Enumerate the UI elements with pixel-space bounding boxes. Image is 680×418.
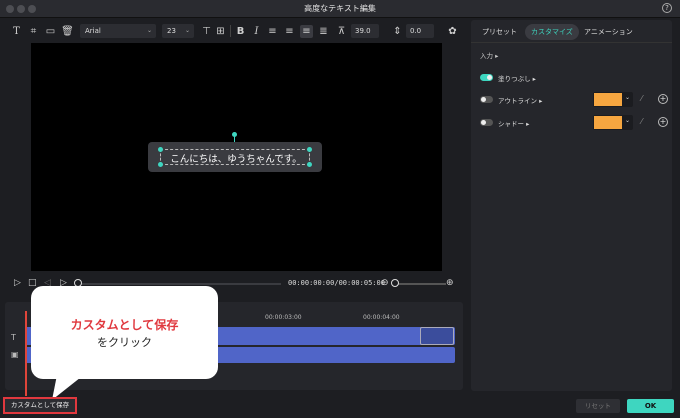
advanced-text-edit-window: 高度なテキスト編集 ? T ⌗ ▭ 🗑 Arial ⌄ 23 ⌄ ⊤ ⊞ B I… <box>0 0 680 418</box>
shadow-row: シャドー ▸ ⌄ ⁄ + <box>480 115 670 131</box>
align-left-icon[interactable]: ≡ <box>266 25 279 38</box>
image-icon[interactable]: ▭ <box>44 25 57 38</box>
char-spacing-input[interactable]: 39.0 <box>351 24 379 38</box>
resize-handle-tl[interactable] <box>158 147 163 152</box>
outline-label[interactable]: アウトライン ▸ <box>498 95 542 105</box>
callout-bubble: カスタムとして保存 をクリック <box>31 286 218 379</box>
divider <box>471 42 672 43</box>
outline-toggle[interactable] <box>480 96 493 103</box>
input-section-text: 入力 <box>480 52 493 60</box>
eyedropper-icon[interactable]: ⁄ <box>641 117 642 126</box>
text-box-frame: こんにちは、ゆうちゃんです。 <box>160 149 310 165</box>
eyedropper-icon[interactable]: ⁄ <box>641 94 642 103</box>
title-bar: 高度なテキスト編集 ? <box>0 0 680 18</box>
resize-handle-tr[interactable] <box>307 147 312 152</box>
preview-canvas[interactable]: こんにちは、ゆうちゃんです。 <box>31 43 442 271</box>
scrub-bar[interactable] <box>81 283 281 285</box>
align-right-icon[interactable]: ≡ <box>300 25 313 38</box>
reset-button[interactable]: リセット <box>576 399 620 413</box>
char-spacing-icon[interactable]: ⊼ <box>335 25 348 38</box>
help-icon[interactable]: ? <box>662 3 672 13</box>
line-spacing-icon[interactable]: ⇕ <box>391 25 404 38</box>
resize-handle-br[interactable] <box>307 162 312 167</box>
chevron-down-icon: ⌄ <box>184 27 190 34</box>
italic-icon[interactable]: I <box>250 25 263 38</box>
ruler-label: 00:00:03:00 <box>265 314 302 321</box>
ok-button[interactable]: OK <box>627 399 674 413</box>
align-top-icon[interactable]: ⊤ <box>200 25 213 38</box>
separator <box>230 25 231 37</box>
bold-icon[interactable]: B <box>234 25 247 38</box>
align-center-icon[interactable]: ≡ <box>283 25 296 38</box>
text-toolbar: T ⌗ ▭ 🗑 Arial ⌄ 23 ⌄ ⊤ ⊞ B I ≡ ≡ ≡ ≣ ⊼ 3… <box>0 19 470 43</box>
font-size-select[interactable]: 23 ⌄ <box>162 24 194 38</box>
panel-tabs: プリセット カスタマイズ アニメーション <box>471 24 672 40</box>
text-box[interactable]: こんにちは、ゆうちゃんです。 <box>148 142 322 172</box>
stop-icon[interactable]: □ <box>28 278 37 288</box>
callout-text: をクリック <box>97 336 152 349</box>
ruler-label: 00:00:04:00 <box>363 314 400 321</box>
add-outline-icon[interactable]: + <box>658 94 668 104</box>
zoom-knob[interactable] <box>391 279 399 287</box>
shadow-label[interactable]: シャドー ▸ <box>498 118 529 128</box>
crop-icon[interactable]: ⌗ <box>27 25 40 38</box>
save-as-custom-button[interactable]: カスタムとして保存 <box>3 397 77 414</box>
font-family-value: Arial <box>85 27 101 35</box>
text-tool-icon[interactable]: T <box>10 25 23 38</box>
chevron-down-icon: ⌄ <box>624 117 630 124</box>
window-title: 高度なテキスト編集 <box>304 4 376 13</box>
settings-panel: プリセット カスタマイズ アニメーション 入力 ▸ 塗りつぶし ▸ アウトライン… <box>471 20 672 391</box>
shadow-toggle[interactable] <box>480 119 493 126</box>
input-section-label[interactable]: 入力 ▸ <box>480 50 498 60</box>
trash-icon[interactable]: 🗑 <box>61 25 74 38</box>
tab-customize[interactable]: カスタマイズ <box>525 24 579 40</box>
preview-text[interactable]: こんにちは、ゆうちゃんです。 <box>161 151 311 165</box>
play-icon[interactable]: ▷ <box>14 278 21 288</box>
clip-end-segment[interactable] <box>420 327 454 345</box>
zoom-in-icon[interactable]: ⊕ <box>446 278 454 288</box>
text-track-icon: T <box>11 333 16 342</box>
fill-toggle[interactable] <box>480 74 493 81</box>
tab-preset[interactable]: プリセット <box>476 24 523 40</box>
tab-animation[interactable]: アニメーション <box>578 24 639 40</box>
zoom-slider[interactable] <box>396 283 446 285</box>
justify-icon[interactable]: ≣ <box>317 25 330 38</box>
align-middle-icon[interactable]: ⊞ <box>214 25 227 38</box>
callout-heading: カスタムとして保存 <box>70 318 179 332</box>
outline-row: アウトライン ▸ ⌄ ⁄ + <box>480 92 670 108</box>
zoom-out-icon[interactable]: ⊖ <box>381 278 389 288</box>
resize-handle-bl[interactable] <box>158 162 163 167</box>
ai-icon[interactable]: ✿ <box>446 25 459 38</box>
fill-label[interactable]: 塗りつぶし ▸ <box>498 73 536 83</box>
rotate-handle[interactable] <box>232 132 237 137</box>
font-family-select[interactable]: Arial ⌄ <box>80 24 156 38</box>
playhead[interactable] <box>25 311 27 396</box>
font-size-value: 23 <box>167 27 176 35</box>
outline-color-picker[interactable]: ⌄ <box>593 92 633 107</box>
line-spacing-input[interactable]: 0.0 <box>406 24 434 38</box>
shadow-color-picker[interactable]: ⌄ <box>593 115 633 130</box>
chevron-down-icon: ⌄ <box>146 27 152 34</box>
image-track-icon: ▣ <box>11 350 19 359</box>
fill-row: 塗りつぶし ▸ <box>480 70 670 86</box>
timecode: 00:00:00:00/00:00:05:00 <box>288 279 385 287</box>
chevron-down-icon: ⌄ <box>624 94 630 101</box>
add-shadow-icon[interactable]: + <box>658 117 668 127</box>
